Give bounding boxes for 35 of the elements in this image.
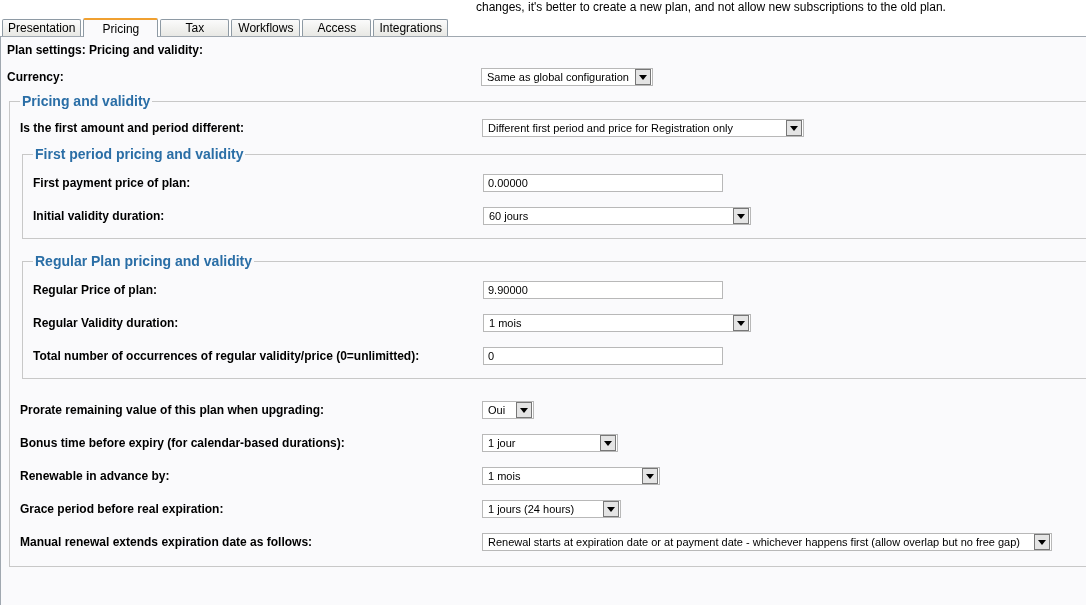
dropdown[interactable]: Renewal starts at expiration date or at payment date - whichever happens first (allow overlap but no free gap): [482, 532, 1052, 551]
field-label: Bonus time before expiry (for calendar-based durations):: [20, 435, 346, 450]
fieldset-title: Pricing and validity: [21, 93, 152, 109]
dropdown[interactable]: 1 mois: [483, 313, 751, 332]
tab[interactable]: Tax: [160, 19, 230, 36]
section-heading: Plan settings: Pricing and validity:: [7, 42, 205, 59]
notice-text: changes, it's better to create a new plan, and not allow new subscriptions to the old plan.: [476, 1, 946, 14]
tab[interactable]: Access: [302, 19, 372, 36]
field-label: First payment price of plan:: [33, 175, 192, 190]
field-label: Total number of occurrences of regular validity/price (0=unlimitted):: [33, 348, 421, 363]
dropdown[interactable]: 1 jours (24 hours): [482, 499, 621, 518]
field-label: Prorate remaining value of this plan when upgrading:: [20, 402, 326, 417]
field-label: Is the first amount and period different:: [20, 120, 245, 135]
tab[interactable]: Presentation: [2, 19, 82, 36]
field-label: Regular Price of plan:: [33, 282, 159, 297]
dropdown[interactable]: Same as global configuration: [481, 68, 653, 86]
tab[interactable]: Workflows: [231, 19, 301, 36]
input-field[interactable]: 9.90000: [483, 280, 723, 299]
field-label: Manual renewal extends expiration date as follows:: [20, 534, 314, 549]
dropdown[interactable]: 1 jour: [482, 433, 618, 452]
field-label: Grace period before real expiration:: [20, 501, 225, 516]
dropdown[interactable]: Different first period and price for Registration only: [482, 118, 804, 137]
input-field[interactable]: 0.00000: [483, 173, 723, 192]
fieldset-title: Regular Plan pricing and validity: [34, 253, 254, 269]
dropdown[interactable]: 1 mois: [482, 466, 660, 485]
field-label: Regular Validity duration:: [33, 315, 180, 330]
dropdown[interactable]: Oui: [482, 400, 534, 419]
tab[interactable]: Integrations: [373, 19, 449, 36]
dropdown[interactable]: 60 jours: [483, 206, 751, 225]
input-field[interactable]: 0: [483, 346, 723, 365]
tab[interactable]: Pricing: [83, 18, 159, 37]
field-label: Renewable in advance by:: [20, 468, 171, 483]
field-label: Initial validity duration:: [33, 208, 166, 223]
fieldset-title: First period pricing and validity: [34, 146, 245, 162]
field-label: Currency:: [7, 70, 65, 84]
